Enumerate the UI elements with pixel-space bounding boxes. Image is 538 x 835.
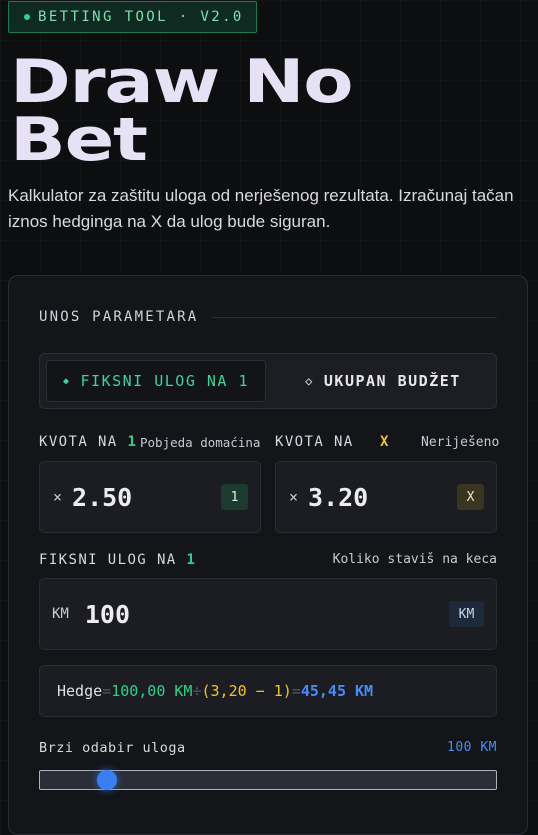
odds-draw-field[interactable]: × 3.20 X xyxy=(275,461,497,533)
odds-home-chip: 1 xyxy=(221,484,248,510)
odds-draw-label: KVOTA NA xyxy=(275,434,354,450)
stake-value: 100 xyxy=(84,599,131,629)
section-divider xyxy=(212,316,497,318)
section-header: UNOS PARAMETARA xyxy=(39,309,497,325)
stake-tag: 1 xyxy=(186,552,197,568)
odds-home-field[interactable]: × 2.50 1 xyxy=(39,461,261,533)
odds-home-label: KVOTA NA 1 xyxy=(39,434,137,450)
status-dot-icon xyxy=(24,14,30,20)
section-title: UNOS PARAMETARA xyxy=(39,309,199,325)
parameters-panel: UNOS PARAMETARA ◆ FIKSNI ULOG NA 1 ◇ UKU… xyxy=(8,275,528,835)
formula-result: 45,45 KM xyxy=(300,682,374,700)
multiply-icon: × xyxy=(53,488,63,506)
quick-pick-value: 100 KM xyxy=(447,740,497,755)
odds-draw-sublabel: Neriješeno xyxy=(421,435,500,450)
odds-draw-tag: X xyxy=(380,434,390,450)
mode-total-budget-label: UKUPAN BUDŽET xyxy=(323,372,461,390)
multiply-icon: × xyxy=(289,488,299,506)
stake-field[interactable]: KM 100 KM xyxy=(39,578,497,650)
odds-home-tag: 1 xyxy=(127,434,138,450)
mode-toggle: ◆ FIKSNI ULOG NA 1 ◇ UKUPAN BUDŽET xyxy=(39,353,497,409)
formula-stake: 100,00 KM xyxy=(111,682,193,700)
quick-pick-slider-thumb[interactable] xyxy=(96,770,117,790)
hedge-formula: Hedge = 100,00 KM ÷ (3,20 − 1) = 45,45 K… xyxy=(39,665,497,717)
diamond-filled-icon: ◆ xyxy=(62,375,71,387)
version-badge-label: BETTING TOOL · V2.0 xyxy=(38,9,244,25)
formula-divide: ÷ xyxy=(192,682,202,700)
odds-draw-chip: X xyxy=(457,484,484,510)
odds-home-sublabel: Pobjeda domaćina xyxy=(140,435,261,450)
quick-pick-label: Brzi odabir uloga xyxy=(39,740,186,756)
odds-draw-label-text: KVOTA NA xyxy=(275,434,354,450)
mode-total-budget-button[interactable]: ◇ UKUPAN BUDŽET xyxy=(272,360,494,402)
stake-label-text: FIKSNI ULOG NA xyxy=(39,552,177,568)
page-title-line2: Bet xyxy=(10,105,148,175)
diamond-outline-icon: ◇ xyxy=(305,374,314,388)
formula-equals: = xyxy=(102,682,112,700)
odds-home-value: 2.50 xyxy=(72,482,133,512)
stake-sublabel: Koliko staviš na keca xyxy=(332,552,497,567)
stake-label: FIKSNI ULOG NA 1 xyxy=(39,552,196,568)
page-title: Draw No Bet xyxy=(10,52,354,170)
mode-fixed-stake-button[interactable]: ◆ FIKSNI ULOG NA 1 xyxy=(46,360,266,402)
quick-pick-slider[interactable] xyxy=(39,770,497,790)
odds-draw-value: 3.20 xyxy=(308,482,369,512)
version-badge: BETTING TOOL · V2.0 xyxy=(8,1,257,33)
page-description: Kalkulator za zaštitu uloga od nerješeno… xyxy=(8,186,514,231)
formula-equals-result: = xyxy=(291,682,301,700)
formula-label: Hedge xyxy=(57,682,103,700)
odds-home-label-text: KVOTA NA xyxy=(39,434,118,450)
mode-fixed-stake-label: FIKSNI ULOG NA 1 xyxy=(80,372,250,390)
formula-expression: (3,20 − 1) xyxy=(201,682,292,700)
stake-currency-chip: KM xyxy=(449,601,484,627)
currency-prefix: KM xyxy=(52,606,69,622)
